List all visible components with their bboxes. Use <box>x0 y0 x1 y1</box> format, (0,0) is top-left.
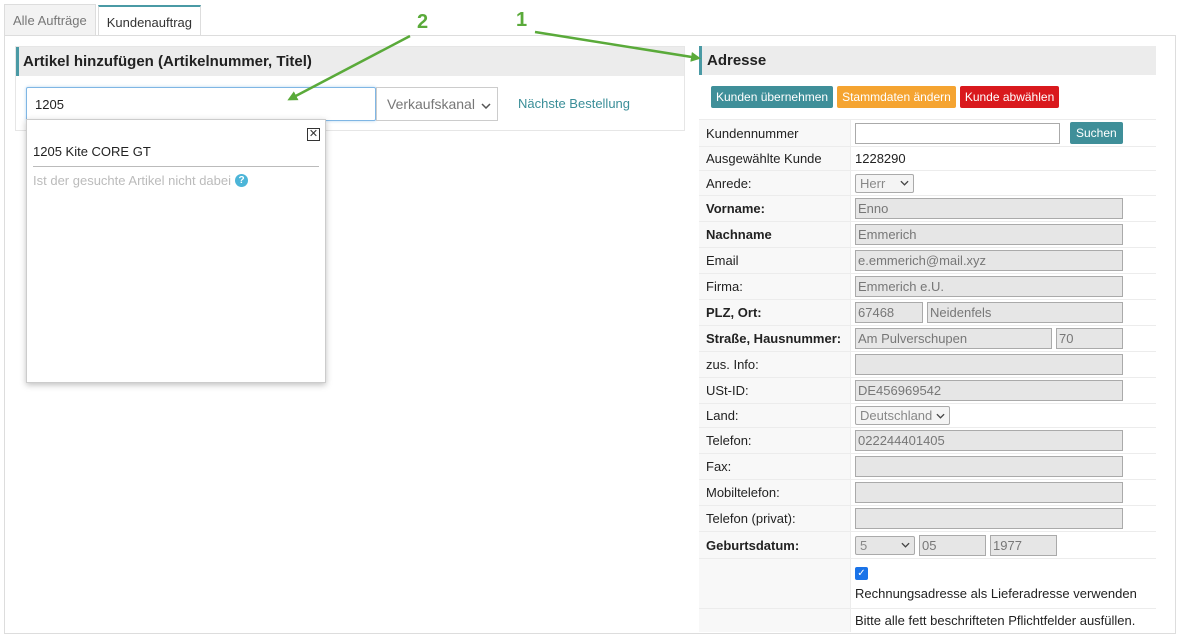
row-geburtsdatum: Geburtsdatum: 5 05 1977 <box>699 531 1156 558</box>
label-empty <box>699 559 851 608</box>
chevron-down-icon <box>901 542 910 548</box>
address-panel: Adresse Kunden übernehmen Stammdaten änd… <box>699 46 1156 632</box>
row-email: Email e.emmerich@mail.xyz <box>699 247 1156 273</box>
article-panel-title: Artikel hinzufügen (Artikelnummer, Titel… <box>16 47 684 76</box>
anrede-select[interactable]: Herr <box>855 173 914 193</box>
row-required-note: Bitte alle fett beschrifteten Pflichtfel… <box>699 608 1156 632</box>
ort-input[interactable]: Neidenfels <box>927 302 1123 323</box>
label-tel-privat: Telefon (privat): <box>699 506 851 531</box>
row-plz-ort: PLZ, Ort: 67468 Neidenfels <box>699 299 1156 325</box>
annotation-number-1: 1 <box>516 9 528 31</box>
address-panel-title: Adresse <box>699 46 1156 75</box>
label-firma: Firma: <box>699 274 851 299</box>
take-customer-button[interactable]: Kunden übernehmen <box>711 86 834 108</box>
label-telefon: Telefon: <box>699 428 851 453</box>
label-vorname: Vorname: <box>699 196 851 221</box>
label-ust-id: USt-ID: <box>699 378 851 403</box>
firma-input[interactable]: Emmerich e.U. <box>855 276 1123 297</box>
label-plz-ort: PLZ, Ort: <box>699 300 851 325</box>
article-search-input[interactable] <box>26 87 376 121</box>
help-icon[interactable]: ? <box>235 174 249 187</box>
chevron-down-icon <box>481 96 491 112</box>
hint-text: Ist der gesuchte Artikel nicht dabei <box>33 173 232 188</box>
label-anrede: Anrede: <box>699 171 851 195</box>
verkaufskanal-label: Verkaufskanal <box>387 96 475 112</box>
checkbox-label: Rechnungsadresse als Lieferadresse verwe… <box>855 585 1137 601</box>
tab-kundenauftrag[interactable]: Kundenauftrag <box>97 5 202 37</box>
birth-day-select[interactable]: 5 <box>855 535 915 555</box>
anrede-value: Herr <box>860 175 886 191</box>
row-lieferadresse: ✓ Rechnungsadresse als Lieferadresse ver… <box>699 558 1156 608</box>
chevron-down-icon <box>900 180 909 186</box>
land-value: Deutschland <box>860 408 933 423</box>
row-telefon: Telefon: 022244401405 <box>699 427 1156 453</box>
birth-day-value: 5 <box>860 537 868 553</box>
article-autocomplete-dropdown: ✕ 1205 Kite CORE GT Ist der gesuchte Art… <box>26 119 326 383</box>
label-ausgewaehlt: Ausgewählte Kunde <box>699 147 851 170</box>
ust-id-input[interactable]: DE456969542 <box>855 380 1123 401</box>
selected-customer-value: 1228290 <box>855 151 906 166</box>
label-kundennummer: Kundennummer <box>699 120 851 146</box>
row-ust-id: USt-ID: DE456969542 <box>699 377 1156 403</box>
row-zus-info: zus. Info: <box>699 351 1156 377</box>
kundennummer-input[interactable] <box>855 122 1060 144</box>
row-mobil: Mobiltelefon: <box>699 479 1156 505</box>
telefon-input[interactable]: 022244401405 <box>855 430 1123 451</box>
tel-privat-input[interactable] <box>855 508 1123 529</box>
row-ausgewaehlt: Ausgewählte Kunde 1228290 <box>699 146 1156 170</box>
birth-year-input[interactable]: 1977 <box>990 534 1057 556</box>
change-master-data-button[interactable]: Stammdaten ändern <box>837 86 956 108</box>
nachname-input[interactable]: Emmerich <box>855 224 1123 245</box>
tab-alle-auftraege[interactable]: Alle Aufträge <box>4 4 96 36</box>
label-email: Email <box>699 248 851 273</box>
email-input[interactable]: e.emmerich@mail.xyz <box>855 250 1123 271</box>
row-strasse: Straße, Hausnummer: Am Pulverschupen 70 <box>699 325 1156 351</box>
deselect-customer-button[interactable]: Kunde abwählen <box>959 86 1060 108</box>
mobil-input[interactable] <box>855 482 1123 503</box>
verkaufskanal-select[interactable]: Verkaufskanal <box>376 87 498 121</box>
label-mobil: Mobiltelefon: <box>699 480 851 505</box>
land-select[interactable]: Deutschland <box>855 406 950 425</box>
checkbox-checked-icon[interactable]: ✓ <box>855 566 868 580</box>
label-strasse: Straße, Hausnummer: <box>699 326 851 351</box>
tab-bar: Alle Aufträge Kundenauftrag <box>4 4 203 37</box>
address-button-row: Kunden übernehmen Stammdaten ändern Kund… <box>711 86 1060 108</box>
label-fax: Fax: <box>699 454 851 479</box>
fax-input[interactable] <box>855 456 1123 477</box>
plz-input[interactable]: 67468 <box>855 302 923 323</box>
label-geburtsdatum: Geburtsdatum: <box>699 532 851 558</box>
label-empty-2 <box>699 609 851 632</box>
row-kundennummer: Kundennummer Suchen <box>699 119 1156 146</box>
birth-month-input[interactable]: 05 <box>919 534 986 556</box>
strasse-input[interactable]: Am Pulverschupen <box>855 328 1052 349</box>
address-form: Kundennummer Suchen Ausgewählte Kunde 12… <box>699 119 1156 632</box>
row-firma: Firma: Emmerich e.U. <box>699 273 1156 299</box>
required-fields-note: Bitte alle fett beschrifteten Pflichtfel… <box>855 613 1136 628</box>
next-order-link[interactable]: Nächste Bestellung <box>518 96 630 111</box>
dropdown-divider <box>33 166 319 167</box>
row-land: Land: Deutschland <box>699 403 1156 427</box>
chevron-down-icon <box>936 413 945 419</box>
close-icon[interactable]: ✕ <box>307 128 320 141</box>
autocomplete-result-item[interactable]: 1205 Kite CORE GT <box>33 144 151 159</box>
row-nachname: Nachname Emmerich <box>699 221 1156 247</box>
hausnummer-input[interactable]: 70 <box>1056 328 1123 349</box>
label-land: Land: <box>699 404 851 427</box>
article-not-found-hint[interactable]: Ist der gesuchte Artikel nicht dabei ? <box>33 173 249 188</box>
row-fax: Fax: <box>699 453 1156 479</box>
label-nachname: Nachname <box>699 222 851 247</box>
zus-info-input[interactable] <box>855 354 1123 375</box>
annotation-number-2: 2 <box>417 11 429 33</box>
row-anrede: Anrede: Herr <box>699 170 1156 195</box>
row-vorname: Vorname: Enno <box>699 195 1156 221</box>
search-button[interactable]: Suchen <box>1070 122 1123 144</box>
row-tel-privat: Telefon (privat): <box>699 505 1156 531</box>
label-zus-info: zus. Info: <box>699 352 851 377</box>
vorname-input[interactable]: Enno <box>855 198 1123 219</box>
